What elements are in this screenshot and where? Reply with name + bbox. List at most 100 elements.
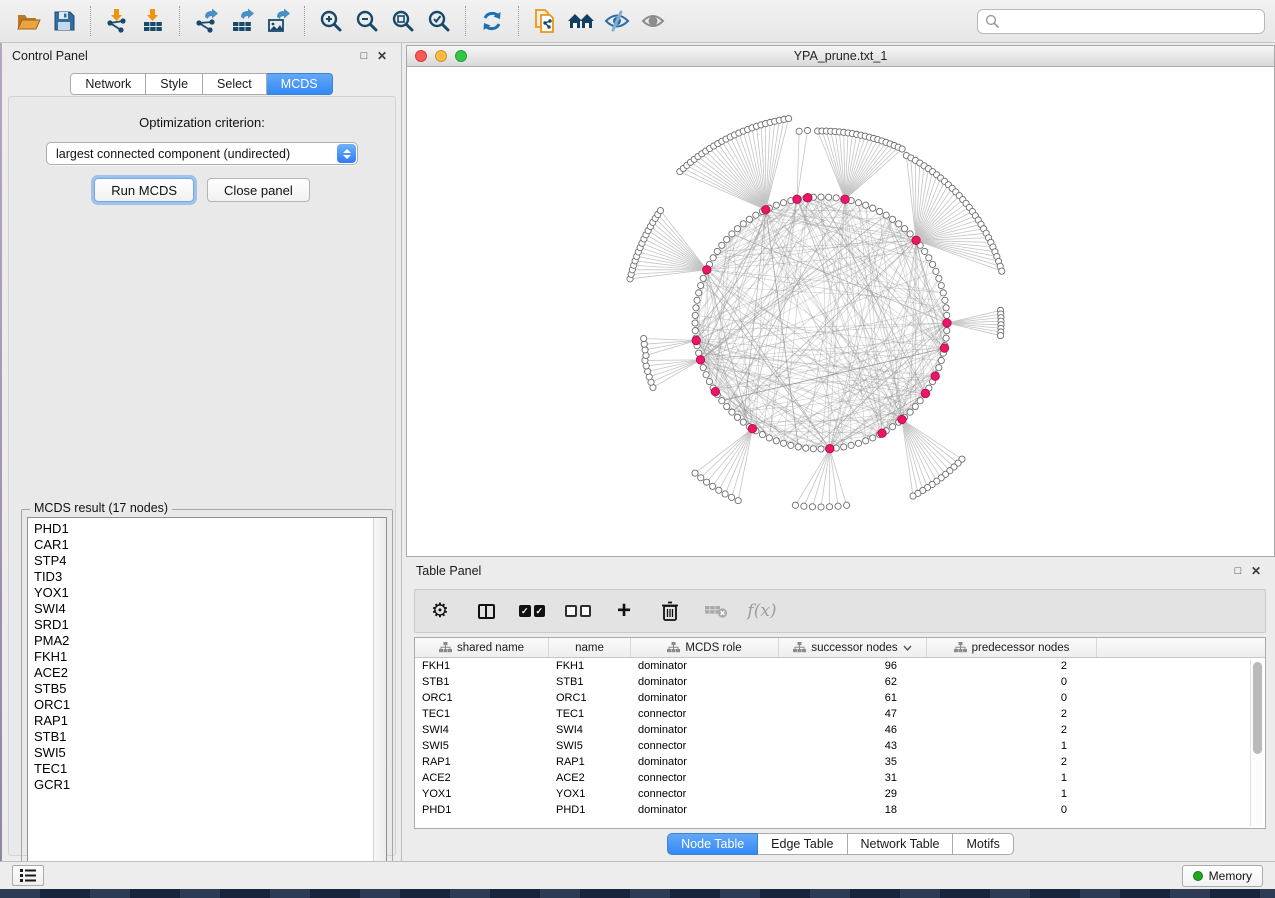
open-folder-icon[interactable] (10, 4, 46, 38)
select-stepper-icon (337, 144, 356, 163)
optimization-criterion-select[interactable]: largest connected component (undirected) (46, 142, 358, 165)
list-item[interactable]: STB1 (34, 729, 386, 745)
tab-node-table[interactable]: Node Table (667, 833, 758, 855)
close-panel-icon[interactable]: ✕ (373, 48, 391, 64)
search-input[interactable] (1004, 14, 1257, 28)
zoom-fit-icon[interactable] (385, 4, 421, 38)
run-mcds-button[interactable]: Run MCDS (94, 178, 194, 202)
list-item[interactable]: CAR1 (34, 537, 386, 553)
table-row[interactable]: STB1 STB1 dominator 62 0 (415, 674, 1265, 690)
mcds-result-group: MCDS result (17 nodes) PHD1 CAR1 STP4 TI… (21, 509, 393, 881)
tab-motifs[interactable]: Motifs (953, 833, 1013, 855)
main-toolbar (0, 0, 1275, 43)
list-item[interactable]: FKH1 (34, 649, 386, 665)
list-item[interactable]: TEC1 (34, 761, 386, 777)
export-image-icon[interactable] (260, 4, 296, 38)
network-window-titlebar[interactable]: YPA_prune.txt_1 (407, 46, 1274, 67)
application-window: Control Panel □ ✕ Network Style Select M… (0, 0, 1275, 898)
tab-style[interactable]: Style (146, 73, 203, 95)
list-item[interactable]: PMA2 (34, 633, 386, 649)
list-item[interactable]: STP4 (34, 553, 386, 569)
optimization-criterion-value: largest connected component (undirected) (56, 147, 290, 161)
list-item[interactable]: GCR1 (34, 777, 386, 793)
scrollbar-thumb[interactable] (1253, 662, 1262, 754)
scrollbar-track[interactable] (373, 518, 386, 874)
network-canvas[interactable] (407, 67, 1274, 556)
close-panel-icon[interactable]: ✕ (1247, 563, 1265, 579)
table-header-row: shared name name MCDS role successor nod… (415, 638, 1265, 658)
add-column-icon[interactable]: + (611, 596, 637, 626)
table-row[interactable]: PHD1 PHD1 dominator 18 0 (415, 802, 1265, 818)
tab-mcds[interactable]: MCDS (267, 73, 333, 95)
table-row[interactable]: SWI4 SWI4 dominator 46 2 (415, 722, 1265, 738)
zoom-in-icon[interactable] (313, 4, 349, 38)
table-row[interactable]: SWI5 SWI5 connector 43 1 (415, 738, 1265, 754)
table-row[interactable]: FKH1 FKH1 dominator 96 2 (415, 658, 1265, 674)
list-item[interactable]: SRD1 (34, 617, 386, 633)
control-panel-tabs: Network Style Select MCDS (2, 73, 401, 95)
list-item[interactable]: SWI5 (34, 745, 386, 761)
column-header-name[interactable]: name (549, 638, 631, 657)
node-table: shared name name MCDS role successor nod… (414, 637, 1266, 829)
list-item[interactable]: PHD1 (34, 521, 386, 537)
import-table-icon[interactable] (135, 4, 171, 38)
function-builder-icon: f(x) (749, 596, 775, 626)
deselect-all-icon[interactable] (565, 596, 591, 626)
table-row[interactable]: YOX1 YOX1 connector 29 1 (415, 786, 1265, 802)
table-panel-header: Table Panel □ ✕ (406, 557, 1275, 585)
table-row[interactable]: ACE2 ACE2 connector 31 1 (415, 770, 1265, 786)
table-row[interactable]: RAP1 RAP1 dominator 35 2 (415, 754, 1265, 770)
scrollbar-track[interactable] (1250, 660, 1263, 826)
list-item[interactable]: TID3 (34, 569, 386, 585)
mcds-result-list[interactable]: PHD1 CAR1 STP4 TID3 YOX1 SWI4 SRD1 PMA2 … (27, 517, 387, 875)
optimization-criterion-label: Optimization criterion: (9, 115, 395, 130)
toolbar-separator (90, 6, 91, 36)
list-item[interactable]: ORC1 (34, 697, 386, 713)
refresh-icon[interactable] (474, 4, 510, 38)
delete-column-icon[interactable] (657, 596, 683, 626)
toolbar-separator (518, 6, 519, 36)
float-panel-icon[interactable]: □ (355, 48, 373, 64)
duplicate-network-icon[interactable] (527, 4, 563, 38)
table-row[interactable]: ORC1 ORC1 dominator 61 0 (415, 690, 1265, 706)
mcds-result-title: MCDS result (17 nodes) (30, 501, 172, 515)
list-item[interactable]: STB5 (34, 681, 386, 697)
column-header-successor-nodes[interactable]: successor nodes (779, 638, 927, 657)
shared-column-icon (793, 642, 806, 653)
save-icon[interactable] (46, 4, 82, 38)
list-item[interactable]: RAP1 (34, 713, 386, 729)
zoom-selected-icon[interactable] (421, 4, 457, 38)
eye-slash-icon[interactable] (599, 4, 635, 38)
float-panel-icon[interactable]: □ (1229, 563, 1247, 579)
tab-network[interactable]: Network (70, 73, 146, 95)
export-table-icon[interactable] (224, 4, 260, 38)
eye-icon[interactable] (635, 4, 671, 38)
memory-label: Memory (1209, 869, 1252, 883)
network-graph[interactable] (407, 67, 1274, 556)
delete-table-icon[interactable] (703, 596, 729, 626)
tab-select[interactable]: Select (203, 73, 267, 95)
tab-edge-table[interactable]: Edge Table (758, 833, 847, 855)
memory-button[interactable]: Memory (1182, 865, 1263, 887)
column-header-predecessor-nodes[interactable]: predecessor nodes (927, 638, 1097, 657)
export-network-icon[interactable] (188, 4, 224, 38)
tab-network-table[interactable]: Network Table (848, 833, 954, 855)
list-item[interactable]: YOX1 (34, 585, 386, 601)
import-network-icon[interactable] (99, 4, 135, 38)
houses-icon[interactable] (563, 4, 599, 38)
gear-icon[interactable]: ⚙ (427, 596, 453, 626)
column-header-shared-name[interactable]: shared name (415, 638, 549, 657)
mcds-tab-pane: Optimization criterion: largest connecte… (8, 96, 396, 856)
columns-icon[interactable] (473, 596, 499, 626)
table-row[interactable]: TEC1 TEC1 connector 47 2 (415, 706, 1265, 722)
select-all-icon[interactable]: ✓✓ (519, 596, 545, 626)
control-panel-title: Control Panel (12, 49, 88, 63)
column-header-mcds-role[interactable]: MCDS role (631, 638, 779, 657)
search-field[interactable] (977, 9, 1265, 34)
close-panel-button[interactable]: Close panel (207, 178, 310, 202)
list-item[interactable]: SWI4 (34, 601, 386, 617)
zoom-out-icon[interactable] (349, 4, 385, 38)
toolbar-separator (304, 6, 305, 36)
list-item[interactable]: ACE2 (34, 665, 386, 681)
task-history-button[interactable] (12, 865, 44, 886)
